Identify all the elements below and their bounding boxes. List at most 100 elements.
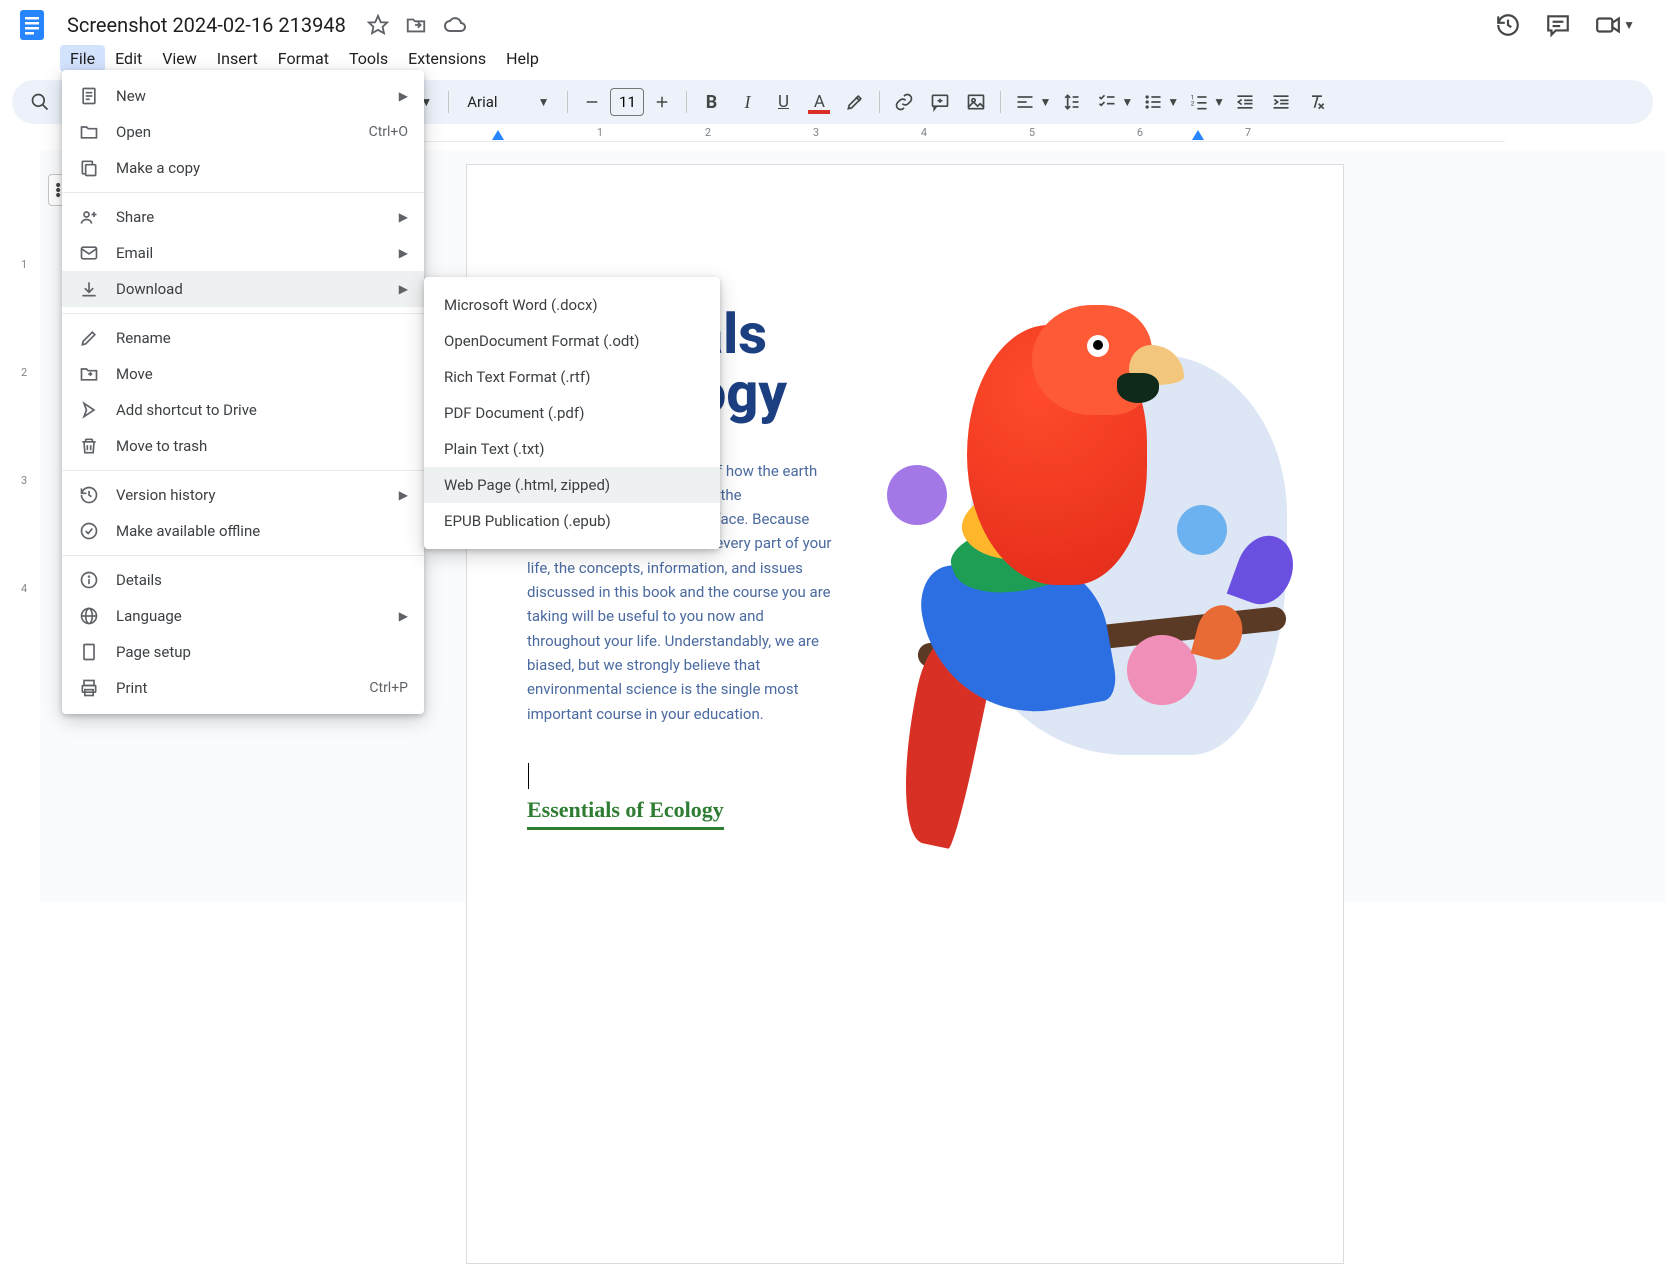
ruler-tick: 4 bbox=[21, 582, 27, 595]
file-menu-item-share[interactable]: Share▶ bbox=[62, 199, 424, 235]
doc-icon bbox=[78, 86, 100, 106]
menu-insert[interactable]: Insert bbox=[207, 45, 268, 72]
underline-button[interactable]: U bbox=[767, 86, 799, 118]
history-icon bbox=[78, 485, 100, 505]
horizontal-ruler[interactable]: 1 2 3 4 5 6 7 bbox=[384, 124, 1505, 142]
file-menu-item-open[interactable]: OpenCtrl+O bbox=[62, 114, 424, 150]
chevron-right-icon: ▶ bbox=[399, 282, 408, 296]
file-menu-item-make-a-copy[interactable]: Make a copy bbox=[62, 150, 424, 186]
file-menu-item-new[interactable]: New▶ bbox=[62, 78, 424, 114]
ruler-tick: 1 bbox=[597, 126, 603, 139]
chevron-down-icon: ▼ bbox=[1213, 95, 1225, 109]
highlight-button[interactable] bbox=[839, 86, 871, 118]
decrease-indent-button[interactable] bbox=[1229, 86, 1261, 118]
file-menu-dropdown: New▶OpenCtrl+OMake a copy Share▶Email▶Dow… bbox=[62, 70, 424, 714]
align-button[interactable]: ▼ bbox=[1009, 86, 1051, 118]
lang-icon bbox=[78, 606, 100, 626]
share-icon bbox=[78, 207, 100, 227]
chevron-down-icon: ▼ bbox=[1039, 95, 1051, 109]
page-icon bbox=[78, 642, 100, 662]
menu-file[interactable]: File bbox=[60, 45, 105, 72]
download-option-opendocument[interactable]: OpenDocument Format (.odt) bbox=[424, 323, 720, 359]
file-menu-item-download[interactable]: Download▶ bbox=[62, 271, 424, 307]
chevron-right-icon: ▶ bbox=[399, 488, 408, 502]
insert-link-button[interactable] bbox=[888, 86, 920, 118]
file-menu-item-add-shortcut-to-drive[interactable]: Add shortcut to Drive bbox=[62, 392, 424, 428]
ruler-tick: 2 bbox=[705, 126, 711, 139]
chevron-down-icon: ▼ bbox=[1623, 18, 1635, 32]
ruler-tick: 1 bbox=[21, 258, 27, 271]
history-icon[interactable] bbox=[1495, 12, 1521, 38]
download-option-rich[interactable]: Rich Text Format (.rtf) bbox=[424, 359, 720, 395]
download-option-epub[interactable]: EPUB Publication (.epub) bbox=[424, 503, 720, 539]
menu-extensions[interactable]: Extensions bbox=[398, 45, 496, 72]
chevron-right-icon: ▶ bbox=[399, 210, 408, 224]
file-menu-item-details[interactable]: Details bbox=[62, 562, 424, 598]
menu-view[interactable]: View bbox=[152, 45, 207, 72]
download-submenu: Microsoft Word (.docx)OpenDocument Forma… bbox=[424, 277, 720, 549]
copy-icon bbox=[78, 158, 100, 178]
download-option-pdf[interactable]: PDF Document (.pdf) bbox=[424, 395, 720, 431]
vertical-ruler[interactable]: 1 2 3 4 bbox=[18, 150, 36, 902]
ruler-tick: 2 bbox=[21, 366, 27, 379]
file-menu-item-version-history[interactable]: Version history▶ bbox=[62, 477, 424, 513]
menu-format[interactable]: Format bbox=[268, 45, 339, 72]
cloud-status-icon[interactable] bbox=[443, 13, 467, 37]
insert-comment-button[interactable] bbox=[924, 86, 956, 118]
file-menu-item-print[interactable]: PrintCtrl+P bbox=[62, 670, 424, 706]
italic-button[interactable]: I bbox=[731, 86, 763, 118]
increase-indent-button[interactable] bbox=[1265, 86, 1297, 118]
doc-section-heading: Essentials of Ecology bbox=[527, 797, 724, 830]
docs-logo[interactable] bbox=[12, 5, 52, 45]
file-menu-item-rename[interactable]: Rename bbox=[62, 320, 424, 356]
ruler-tick: 5 bbox=[1029, 126, 1035, 139]
text-color-button[interactable]: A bbox=[803, 86, 835, 118]
menu-help[interactable]: Help bbox=[496, 45, 549, 72]
chevron-right-icon: ▶ bbox=[399, 89, 408, 103]
header: Screenshot 2024-02-16 213948 ▼ bbox=[0, 0, 1665, 42]
decrease-fontsize-button[interactable] bbox=[576, 86, 608, 118]
download-icon bbox=[78, 279, 100, 299]
chevron-down-icon: ▼ bbox=[1121, 95, 1133, 109]
font-select[interactable]: Arial▼ bbox=[457, 93, 559, 111]
offline-icon bbox=[78, 521, 100, 541]
menu-tools[interactable]: Tools bbox=[339, 45, 398, 72]
bold-button[interactable]: B bbox=[695, 86, 727, 118]
bulleted-list-button[interactable]: ▼ bbox=[1137, 86, 1179, 118]
file-menu-item-email[interactable]: Email▶ bbox=[62, 235, 424, 271]
download-option-web[interactable]: Web Page (.html, zipped) bbox=[424, 467, 720, 503]
left-indent-marker[interactable] bbox=[492, 130, 504, 140]
checklist-button[interactable]: ▼ bbox=[1091, 86, 1133, 118]
right-indent-marker[interactable] bbox=[1192, 130, 1204, 140]
search-menus-button[interactable] bbox=[24, 86, 56, 118]
mail-icon bbox=[78, 243, 100, 263]
numbered-list-button[interactable]: 12▼ bbox=[1183, 86, 1225, 118]
download-option-microsoft[interactable]: Microsoft Word (.docx) bbox=[424, 287, 720, 323]
comments-icon[interactable] bbox=[1545, 12, 1571, 38]
menu-edit[interactable]: Edit bbox=[105, 45, 152, 72]
line-spacing-button[interactable] bbox=[1055, 86, 1087, 118]
move-icon bbox=[78, 364, 100, 384]
doc-title-input[interactable]: Screenshot 2024-02-16 213948 bbox=[60, 10, 353, 40]
ruler-tick: 4 bbox=[921, 126, 927, 139]
shortcut-icon bbox=[78, 400, 100, 420]
move-icon[interactable] bbox=[405, 14, 427, 36]
chevron-right-icon: ▶ bbox=[399, 609, 408, 623]
ruler-tick: 6 bbox=[1137, 126, 1143, 139]
insert-image-button[interactable] bbox=[960, 86, 992, 118]
download-option-plain[interactable]: Plain Text (.txt) bbox=[424, 431, 720, 467]
ruler-tick: 3 bbox=[813, 126, 819, 139]
clear-formatting-button[interactable] bbox=[1301, 86, 1333, 118]
star-icon[interactable] bbox=[367, 14, 389, 36]
text-cursor bbox=[528, 763, 529, 789]
file-menu-item-move-to-trash[interactable]: Move to trash bbox=[62, 428, 424, 464]
chevron-down-icon: ▼ bbox=[1167, 95, 1179, 109]
increase-fontsize-button[interactable] bbox=[646, 86, 678, 118]
file-menu-item-page-setup[interactable]: Page setup bbox=[62, 634, 424, 670]
fontsize-input[interactable] bbox=[610, 88, 644, 116]
info-icon bbox=[78, 570, 100, 590]
meet-button[interactable]: ▼ bbox=[1595, 12, 1635, 38]
file-menu-item-language[interactable]: Language▶ bbox=[62, 598, 424, 634]
file-menu-item-move[interactable]: Move bbox=[62, 356, 424, 392]
file-menu-item-make-available-offline[interactable]: Make available offline bbox=[62, 513, 424, 549]
